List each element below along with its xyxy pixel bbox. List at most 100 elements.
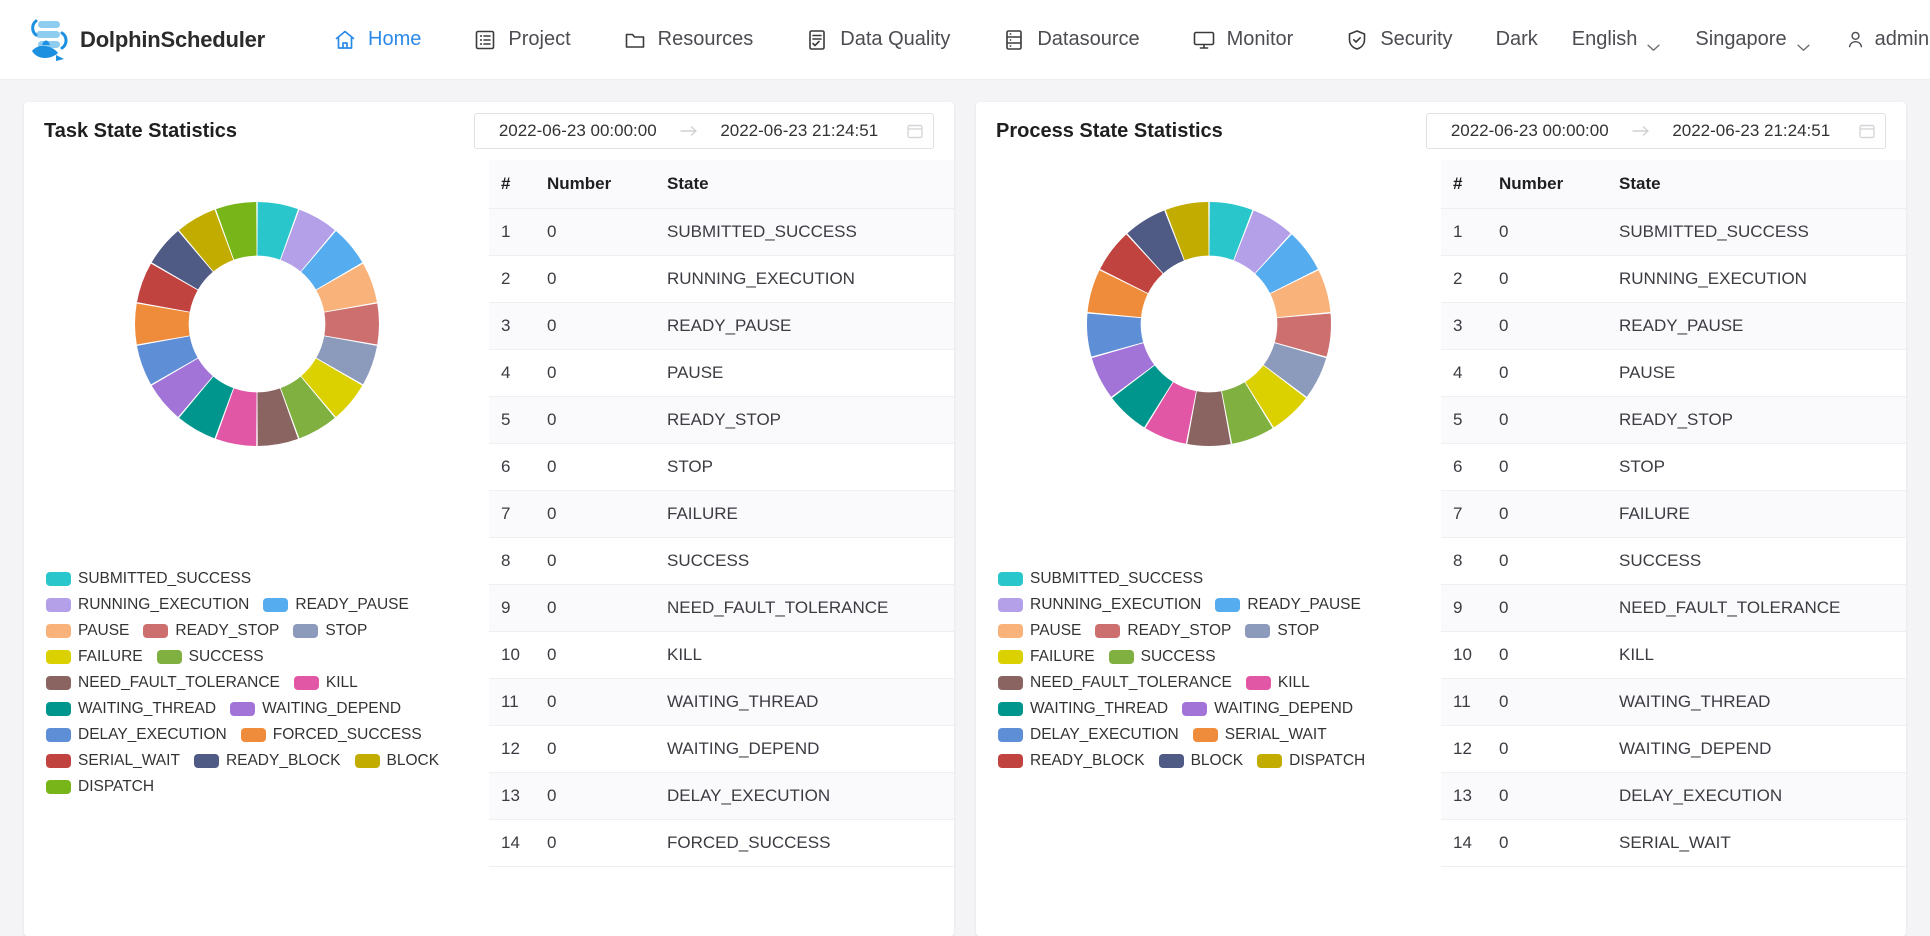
legend-item[interactable]: FAILURE [46,648,143,666]
user-menu[interactable]: admin [1828,28,1930,51]
table-row[interactable]: 130DELAY_EXECUTION [489,773,954,820]
nav-item-datasource[interactable]: Datasource [976,0,1165,80]
legend-label: RUNNING_EXECUTION [78,596,249,614]
legend-item[interactable]: RUNNING_EXECUTION [46,596,249,614]
row-state: SUCCESS [1619,538,1906,585]
table-row[interactable]: 40PAUSE [1441,350,1906,397]
legend-label: NEED_FAULT_TOLERANCE [1030,674,1232,692]
table-row[interactable]: 120WAITING_DEPEND [489,726,954,773]
table-row[interactable]: 70FAILURE [489,491,954,538]
legend-item[interactable]: DELAY_EXECUTION [46,726,227,744]
legend-item[interactable]: SUBMITTED_SUCCESS [46,570,251,588]
legend-item[interactable]: READY_BLOCK [194,752,341,770]
table-row[interactable]: 130DELAY_EXECUTION [1441,773,1906,820]
task-date-range-picker[interactable]: 2022-06-23 00:00:00 2022-06-23 21:24:51 [474,113,934,149]
table-row[interactable]: 90NEED_FAULT_TOLERANCE [489,585,954,632]
legend-item[interactable]: BLOCK [1159,752,1244,770]
process-date-range-picker[interactable]: 2022-06-23 00:00:00 2022-06-23 21:24:51 [1426,113,1886,149]
legend-item[interactable]: STOP [293,622,367,640]
table-row[interactable]: 70FAILURE [1441,491,1906,538]
calendar-icon[interactable] [1858,122,1876,140]
table-row[interactable]: 100KILL [1441,632,1906,679]
table-row[interactable]: 80SUCCESS [489,538,954,585]
table-row[interactable]: 60STOP [489,444,954,491]
process-table-scroll[interactable]: # Number State 10SUBMITTED_SUCCESS20RUNN… [1441,160,1906,936]
table-row[interactable]: 30READY_PAUSE [489,303,954,350]
legend-item[interactable]: READY_BLOCK [998,752,1145,770]
row-index: 9 [1441,585,1499,632]
legend-item[interactable]: STOP [1245,622,1319,640]
legend-item[interactable]: KILL [1246,674,1310,692]
legend-item[interactable]: WAITING_THREAD [46,700,216,718]
legend-item[interactable]: NEED_FAULT_TOLERANCE [46,674,280,692]
legend-item[interactable]: DISPATCH [1257,752,1365,770]
process-date-range-start[interactable]: 2022-06-23 00:00:00 [1429,121,1631,141]
row-number: 0 [1499,773,1619,820]
table-row[interactable]: 10SUBMITTED_SUCCESS [489,209,954,256]
nav-item-resources[interactable]: Resources [597,0,780,80]
nav-item-security[interactable]: Security [1319,0,1478,80]
legend-item[interactable]: WAITING_THREAD [998,700,1168,718]
legend-item[interactable]: READY_PAUSE [263,596,408,614]
legend-item[interactable]: PAUSE [46,622,129,640]
legend-item[interactable]: READY_PAUSE [1215,596,1360,614]
table-row[interactable]: 80SUCCESS [1441,538,1906,585]
legend-item[interactable]: DELAY_EXECUTION [998,726,1179,744]
task-table-header-row: # Number State [489,160,954,209]
row-state: RUNNING_EXECUTION [667,256,954,303]
row-state: NEED_FAULT_TOLERANCE [1619,585,1906,632]
calendar-icon[interactable] [906,122,924,140]
table-row[interactable]: 20RUNNING_EXECUTION [489,256,954,303]
language-selector[interactable]: English [1555,28,1679,51]
task-table-scroll[interactable]: # Number State 10SUBMITTED_SUCCESS20RUNN… [489,160,954,936]
legend-swatch [46,754,71,768]
table-row[interactable]: 140SERIAL_WAIT [1441,820,1906,867]
task-date-range-end[interactable]: 2022-06-23 21:24:51 [699,121,901,141]
table-row[interactable]: 10SUBMITTED_SUCCESS [1441,209,1906,256]
task-table-body: 10SUBMITTED_SUCCESS20RUNNING_EXECUTION30… [489,209,954,867]
table-row[interactable]: 90NEED_FAULT_TOLERANCE [1441,585,1906,632]
nav-item-project[interactable]: Project [447,0,596,80]
nav-item-data-quality[interactable]: Data Quality [779,0,976,80]
table-row[interactable]: 140FORCED_SUCCESS [489,820,954,867]
table-row[interactable]: 30READY_PAUSE [1441,303,1906,350]
legend-item[interactable]: READY_STOP [143,622,279,640]
table-row[interactable]: 50READY_STOP [1441,397,1906,444]
legend-item[interactable]: SERIAL_WAIT [1193,726,1327,744]
legend-item[interactable]: RUNNING_EXECUTION [998,596,1201,614]
timezone-selector[interactable]: Singapore [1678,28,1827,51]
legend-item[interactable]: FORCED_SUCCESS [241,726,422,744]
legend-item[interactable]: READY_STOP [1095,622,1231,640]
legend-label: SUCCESS [189,648,264,666]
legend-item[interactable]: SERIAL_WAIT [46,752,180,770]
nav-item-monitor[interactable]: Monitor [1166,0,1320,80]
legend-item[interactable]: SUCCESS [1109,648,1216,666]
legend-item[interactable]: DISPATCH [46,778,154,796]
legend-item[interactable]: SUCCESS [157,648,264,666]
row-index: 8 [1441,538,1499,585]
table-row[interactable]: 40PAUSE [489,350,954,397]
table-row[interactable]: 120WAITING_DEPEND [1441,726,1906,773]
table-row[interactable]: 110WAITING_THREAD [1441,679,1906,726]
row-index: 13 [1441,773,1499,820]
legend-item[interactable]: FAILURE [998,648,1095,666]
legend-item[interactable]: SUBMITTED_SUCCESS [998,570,1203,588]
theme-toggle[interactable]: Dark [1479,28,1555,51]
legend-item[interactable]: KILL [294,674,358,692]
process-date-range-end[interactable]: 2022-06-23 21:24:51 [1651,121,1853,141]
table-row[interactable]: 50READY_STOP [489,397,954,444]
nav-item-home[interactable]: Home [307,0,447,80]
table-row[interactable]: 110WAITING_THREAD [489,679,954,726]
legend-item[interactable]: WAITING_DEPEND [1182,700,1353,718]
brand[interactable]: DolphinScheduler [22,15,265,65]
monitor-icon [1192,28,1216,52]
task-date-range-start[interactable]: 2022-06-23 00:00:00 [477,121,679,141]
table-row[interactable]: 60STOP [1441,444,1906,491]
table-row[interactable]: 100KILL [489,632,954,679]
legend-item[interactable]: BLOCK [355,752,440,770]
table-row[interactable]: 20RUNNING_EXECUTION [1441,256,1906,303]
legend-item[interactable]: PAUSE [998,622,1081,640]
legend-item[interactable]: NEED_FAULT_TOLERANCE [998,674,1232,692]
legend-item[interactable]: WAITING_DEPEND [230,700,401,718]
row-index: 1 [489,209,547,256]
